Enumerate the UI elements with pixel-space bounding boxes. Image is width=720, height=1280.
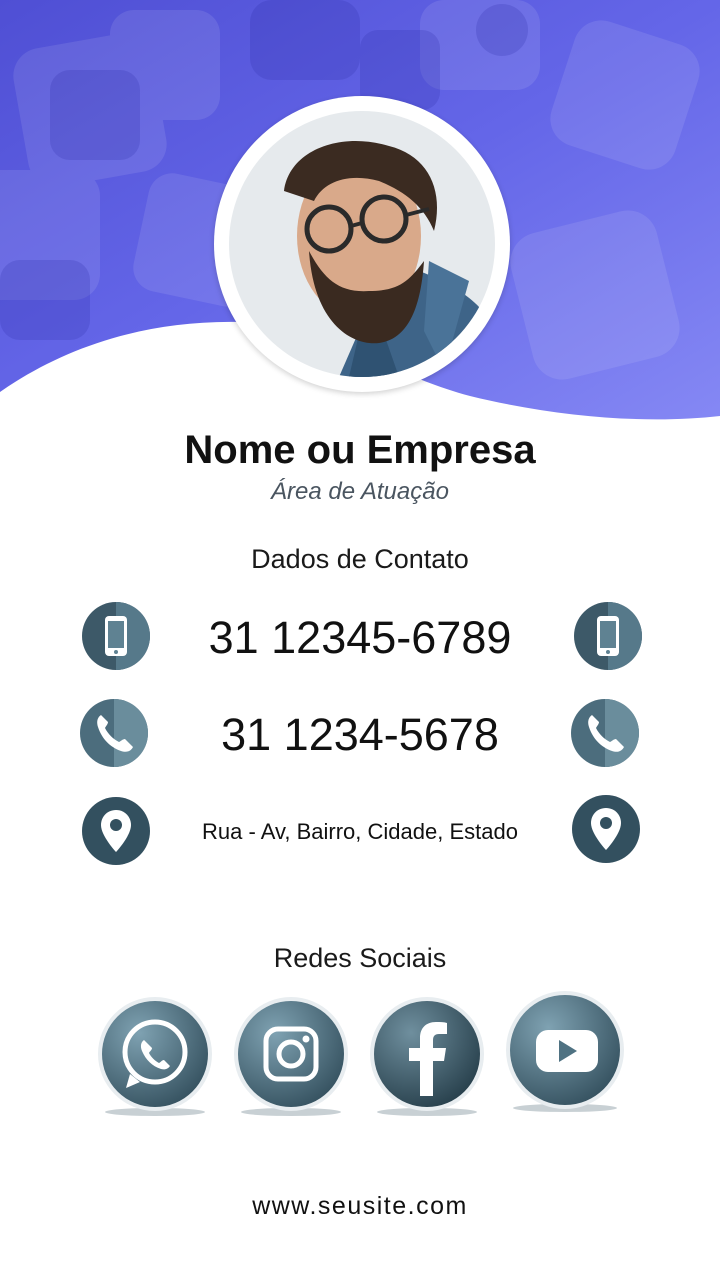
contact-section-title: Dados de Contato — [251, 544, 469, 574]
mobile-icon — [574, 602, 642, 670]
mobile-number[interactable]: 31 12345-6789 — [160, 612, 560, 664]
company-name: Nome ou Empresa — [184, 428, 536, 472]
phone-number[interactable]: 31 1234-5678 — [160, 709, 560, 761]
instagram-icon[interactable] — [230, 996, 352, 1118]
whatsapp-icon[interactable] — [94, 996, 216, 1118]
website-link[interactable]: www.seusite.com — [0, 1192, 720, 1221]
mobile-icon — [82, 602, 150, 670]
facebook-icon[interactable] — [366, 996, 488, 1118]
phone-icon — [80, 699, 148, 767]
location-pin-icon — [82, 797, 150, 865]
profile-photo — [229, 111, 495, 377]
area-of-activity: Área de Atuação — [271, 478, 449, 505]
business-card: Nome ou Empresa Área de Atuação Dados de… — [0, 0, 720, 1280]
location-pin-icon — [572, 795, 640, 863]
youtube-icon[interactable] — [504, 990, 626, 1112]
social-section-title: Redes Sociais — [273, 943, 447, 973]
address: Rua - Av, Bairro, Cidade, Estado — [202, 819, 518, 844]
phone-icon — [571, 699, 639, 767]
